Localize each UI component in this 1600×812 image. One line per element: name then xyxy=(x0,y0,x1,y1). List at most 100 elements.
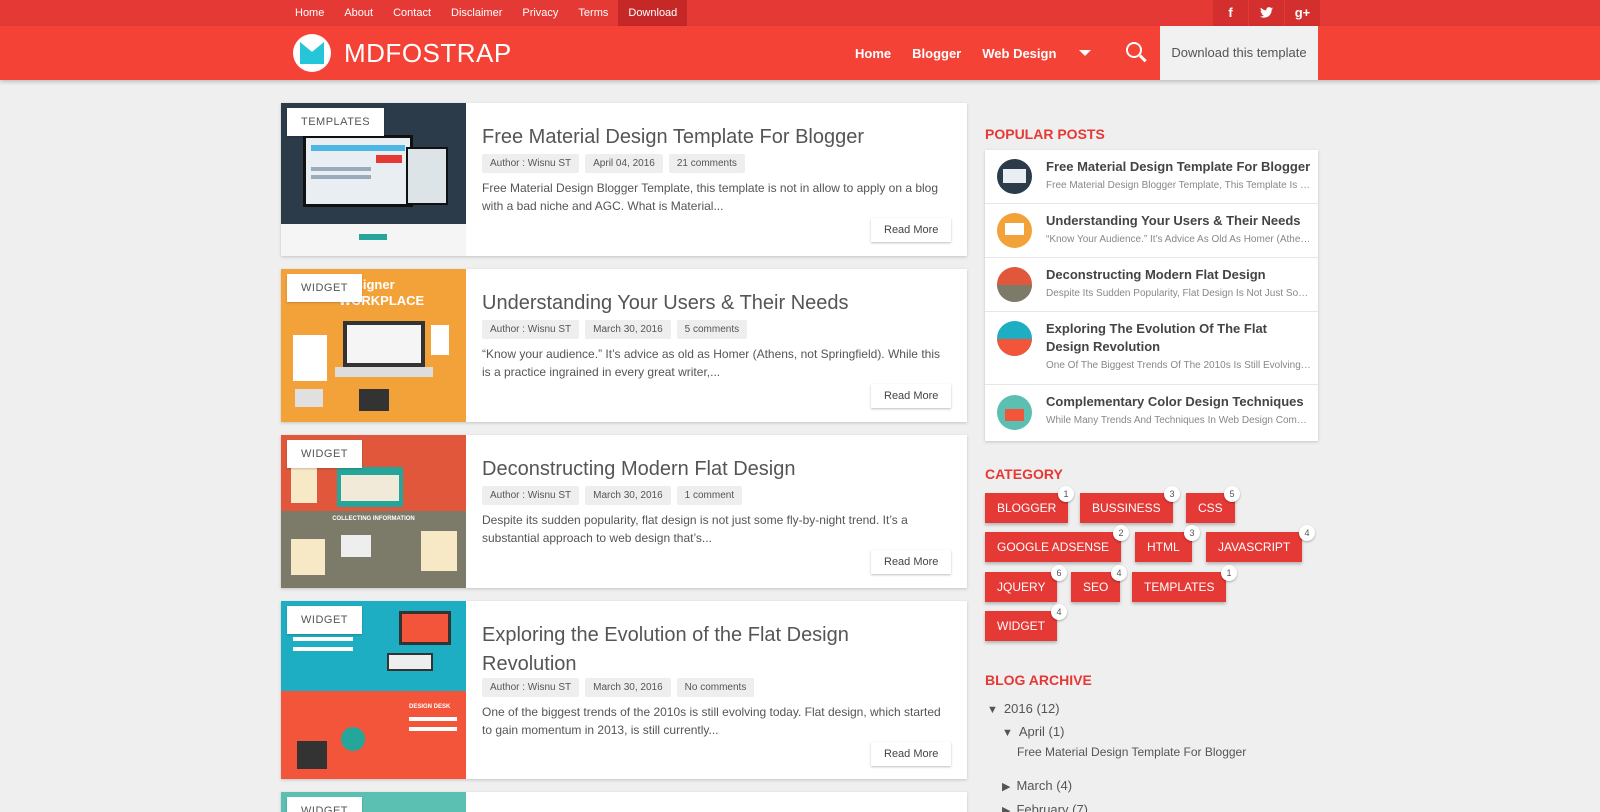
archive-month-february[interactable]: ▶ February (7) xyxy=(1002,802,1088,812)
popular-post-snippet: Despite Its Sudden Popularity, Flat Desi… xyxy=(1046,288,1311,299)
popular-post-snippet: “Know Your Audience.” It’s Advice As Old… xyxy=(1046,234,1311,245)
site-title[interactable]: MDFOSTRAP xyxy=(344,38,512,69)
category-heading: CATEGORY xyxy=(985,466,1063,482)
category-tag[interactable]: JQUERY xyxy=(985,572,1058,602)
post-comments[interactable]: No comments xyxy=(676,678,755,697)
search-icon[interactable] xyxy=(1126,42,1142,58)
popular-post-item[interactable]: Exploring The Evolution Of The Flat Desi… xyxy=(985,312,1318,385)
category-tag[interactable]: GOOGLE ADSENSE xyxy=(985,532,1122,562)
category-tag[interactable]: HTML xyxy=(1135,532,1192,562)
facebook-icon[interactable]: f xyxy=(1213,0,1248,26)
popular-post-item[interactable]: Free Material Design Template For Blogge… xyxy=(985,150,1318,204)
post-title[interactable]: Deconstructing Modern Flat Design xyxy=(482,455,942,484)
post-date: March 30, 2016 xyxy=(585,678,671,697)
top-nav-home[interactable]: Home xyxy=(285,0,334,26)
category-tag[interactable]: JAVASCRIPT xyxy=(1206,532,1303,562)
google-plus-icon[interactable]: g+ xyxy=(1285,0,1320,26)
main-nav: Home Blogger Web Design xyxy=(855,26,1077,80)
category-tag[interactable]: WIDGET xyxy=(985,611,1057,641)
popular-post-thumbnail xyxy=(997,267,1032,302)
top-nav-download[interactable]: Download xyxy=(618,0,688,26)
twitter-icon[interactable] xyxy=(1249,0,1284,26)
read-more-button[interactable]: Read More xyxy=(871,742,952,766)
nav-home[interactable]: Home xyxy=(855,46,891,61)
popular-posts-list: Free Material Design Template For Blogge… xyxy=(985,150,1318,441)
post-label[interactable]: TEMPLATES xyxy=(287,108,385,136)
archive-post-link[interactable]: Free Material Design Template For Blogge… xyxy=(1017,745,1246,759)
category-count-badge: 5 xyxy=(1224,486,1240,502)
top-nav-about[interactable]: About xyxy=(334,0,383,26)
category-count-badge: 1 xyxy=(1221,565,1237,581)
main-header: MDFOSTRAP Home Blogger Web Design Downlo… xyxy=(0,26,1600,80)
post-date: March 30, 2016 xyxy=(585,320,671,339)
popular-post-item[interactable]: Deconstructing Modern Flat Design Despit… xyxy=(985,258,1318,312)
popular-post-title[interactable]: Exploring The Evolution Of The Flat Desi… xyxy=(1046,320,1311,356)
nav-blogger[interactable]: Blogger xyxy=(912,46,961,61)
popular-post-title[interactable]: Free Material Design Template For Blogge… xyxy=(1046,158,1311,176)
read-more-button[interactable]: Read More xyxy=(871,550,952,574)
post-author: Author : Wisnu ST xyxy=(482,678,580,697)
post-meta: Author : Wisnu ST March 30, 2016 5 comme… xyxy=(482,320,753,339)
popular-post-snippet: While Many Trends And Techniques In Web … xyxy=(1046,415,1311,426)
post-comments[interactable]: 5 comments xyxy=(676,320,748,339)
category-count-badge: 2 xyxy=(1113,525,1129,541)
post-title[interactable]: Free Material Design Template For Blogge… xyxy=(482,123,942,152)
post-title[interactable]: Understanding Your Users & Their Needs xyxy=(482,289,942,318)
popular-post-snippet: Free Material Design Blogger Template, T… xyxy=(1046,180,1311,191)
post-comments[interactable]: 21 comments xyxy=(668,154,745,173)
thumbnail-text: COLLECTING INFORMATION xyxy=(332,516,415,522)
popular-post-snippet: One Of The Biggest Trends Of The 2010s I… xyxy=(1046,360,1311,371)
category-count-badge: 3 xyxy=(1164,486,1180,502)
post-author: Author : Wisnu ST xyxy=(482,486,580,505)
popular-post-thumbnail xyxy=(997,321,1032,356)
category-tag[interactable]: BUSSINESS xyxy=(1080,493,1173,523)
popular-post-title[interactable]: Understanding Your Users & Their Needs xyxy=(1046,212,1311,230)
read-more-button[interactable]: Read More xyxy=(871,218,952,242)
popular-post-title[interactable]: Deconstructing Modern Flat Design xyxy=(1046,266,1311,284)
popular-post-title[interactable]: Complementary Color Design Techniques xyxy=(1046,393,1311,411)
popular-post-thumbnail xyxy=(997,395,1032,430)
post-meta: Author : Wisnu ST April 04, 2016 21 comm… xyxy=(482,154,751,173)
category-count-badge: 4 xyxy=(1111,565,1127,581)
popular-post-item[interactable]: Complementary Color Design Techniques Wh… xyxy=(985,385,1318,441)
popular-post-thumbnail xyxy=(997,213,1032,248)
category-count-badge: 1 xyxy=(1058,486,1074,502)
nav-web-design[interactable]: Web Design xyxy=(982,46,1056,61)
post-label[interactable]: WIDGET xyxy=(287,274,362,302)
post-snippet: “Know your audience.” It’s advice as old… xyxy=(482,347,940,379)
triangle-right-icon[interactable]: ▶ xyxy=(1002,781,1010,793)
top-nav-privacy[interactable]: Privacy xyxy=(512,0,568,26)
post-title[interactable]: Exploring the Evolution of the Flat Desi… xyxy=(482,621,942,679)
post-snippet: One of the biggest trends of the 2010s i… xyxy=(482,705,941,737)
archive-year[interactable]: ▼ 2016 (12) xyxy=(987,701,1060,716)
download-template-button[interactable]: Download this template xyxy=(1160,26,1318,80)
archive-month-april[interactable]: ▼ April (1) xyxy=(1002,724,1064,739)
read-more-button[interactable]: Read More xyxy=(871,384,952,408)
logo-icon[interactable] xyxy=(293,34,331,72)
top-bar: Home About Contact Disclaimer Privacy Te… xyxy=(0,0,1600,26)
post-label[interactable]: WIDGET xyxy=(287,440,362,468)
social-links: f g+ xyxy=(1212,0,1320,26)
triangle-down-icon[interactable]: ▼ xyxy=(987,704,998,716)
post-meta: Author : Wisnu ST March 30, 2016 1 comme… xyxy=(482,486,748,505)
post-label[interactable]: WIDGET xyxy=(287,797,362,812)
post-snippet: Free Material Design Blogger Template, t… xyxy=(482,181,939,213)
popular-post-item[interactable]: Understanding Your Users & Their Needs “… xyxy=(985,204,1318,258)
post-comments[interactable]: 1 comment xyxy=(676,486,743,505)
category-tag[interactable]: TEMPLATES xyxy=(1132,572,1227,602)
top-nav-terms[interactable]: Terms xyxy=(568,0,618,26)
triangle-down-icon[interactable]: ▼ xyxy=(1002,727,1013,739)
post-meta: Author : Wisnu ST March 30, 2016 No comm… xyxy=(482,678,760,697)
top-nav-disclaimer[interactable]: Disclaimer xyxy=(441,0,512,26)
post-date: April 04, 2016 xyxy=(585,154,663,173)
triangle-right-icon[interactable]: ▶ xyxy=(1002,805,1010,812)
thumbnail-text: DESIGN DESK xyxy=(409,704,451,710)
post-label[interactable]: WIDGET xyxy=(287,606,362,634)
top-nav-contact[interactable]: Contact xyxy=(383,0,441,26)
archive-month-march[interactable]: ▶ March (4) xyxy=(1002,778,1072,793)
category-tag[interactable]: BLOGGER xyxy=(985,493,1069,523)
post-snippet: Despite its sudden popularity, flat desi… xyxy=(482,513,908,545)
category-count-badge: 4 xyxy=(1299,525,1315,541)
post-card: DESIGN DESK WIDGET Exploring the Evoluti… xyxy=(281,601,967,779)
chevron-down-icon[interactable] xyxy=(1079,50,1091,56)
